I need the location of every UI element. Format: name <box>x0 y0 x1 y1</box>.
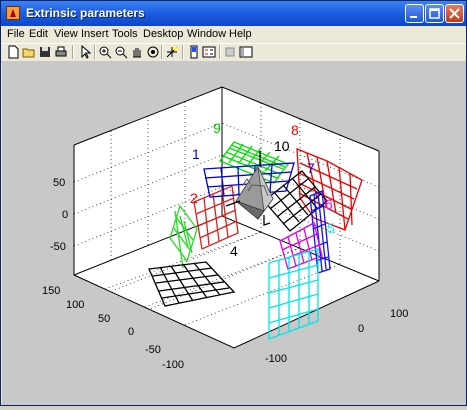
toolbar-separator <box>219 45 221 59</box>
figure-canvas[interactable]: 1 2 4 5 6 7 8 9 10 50 0 -50 150 100 50 0… <box>2 61 466 405</box>
matlab-icon[interactable] <box>6 6 20 20</box>
toolbar-separator <box>94 45 96 59</box>
frame-label-8: 8 <box>291 122 299 138</box>
figure-window: Extrinsic parameters File Edit View Inse… <box>0 0 467 406</box>
window-title: Extrinsic parameters <box>26 6 145 20</box>
data-cursor-icon[interactable] <box>165 45 179 59</box>
legend-icon[interactable] <box>202 45 216 59</box>
left-axis-tick-label: 100 <box>66 299 84 311</box>
minimize-icon[interactable] <box>405 4 424 23</box>
left-axis-tick-label: -50 <box>145 344 161 356</box>
toolbar-separator <box>182 45 184 59</box>
frame-label-4: 4 <box>230 243 238 259</box>
menu-window[interactable]: Window <box>187 28 226 40</box>
close-icon[interactable] <box>445 4 464 23</box>
left-axis-tick-label: -100 <box>162 359 184 371</box>
right-axis-tick-label: 100 <box>390 308 408 320</box>
menu-insert[interactable]: Insert <box>81 28 109 40</box>
menu-view[interactable]: View <box>54 28 78 40</box>
toolbar-separator <box>161 45 163 59</box>
left-axis-tick-label: 50 <box>98 313 110 325</box>
frame-label-9: 9 <box>213 120 221 136</box>
new-figure-icon[interactable] <box>6 45 20 59</box>
rotate-3d-icon[interactable] <box>146 45 160 59</box>
menu-help[interactable]: Help <box>229 28 252 40</box>
left-axis-tick-label: 150 <box>42 285 60 297</box>
menu-file[interactable]: File <box>7 28 25 40</box>
frame-label-1: 1 <box>192 146 200 162</box>
zoom-out-icon[interactable] <box>114 45 128 59</box>
frame-label-6: 6 <box>325 196 333 212</box>
menu-bar: File Edit View Insert Tools Desktop Wind… <box>1 26 466 43</box>
toolbar-separator <box>72 45 74 59</box>
print-icon[interactable] <box>54 45 68 59</box>
frame-label-2: 2 <box>190 190 198 206</box>
open-file-icon[interactable] <box>22 45 36 59</box>
frame-label-10: 10 <box>274 138 290 154</box>
colorbar-icon[interactable] <box>187 45 201 59</box>
toolbar <box>1 43 466 62</box>
save-icon[interactable] <box>38 45 52 59</box>
right-axis-tick-label: 0 <box>358 323 364 335</box>
maximize-icon[interactable] <box>425 4 444 23</box>
right-axis-tick-label: -100 <box>265 353 287 365</box>
pan-hand-icon[interactable] <box>130 45 144 59</box>
z-tick-label: -50 <box>50 241 66 253</box>
zoom-in-icon[interactable] <box>98 45 112 59</box>
menu-desktop[interactable]: Desktop <box>143 28 183 40</box>
menu-tools[interactable]: Tools <box>112 28 138 40</box>
show-plot-tools-icon[interactable] <box>239 45 253 59</box>
select-arrow-icon[interactable] <box>78 44 92 59</box>
z-tick-label: 0 <box>62 209 68 221</box>
menu-edit[interactable]: Edit <box>29 28 48 40</box>
frame-label-7: 7 <box>307 160 315 176</box>
hide-plot-tools-icon[interactable] <box>223 45 237 59</box>
extrinsic-3d-plot[interactable]: 1 2 4 5 6 7 8 9 10 50 0 -50 150 100 50 0… <box>2 61 466 405</box>
left-axis-tick-label: 0 <box>128 326 134 338</box>
frame-label-5: 5 <box>327 220 335 236</box>
title-bar[interactable]: Extrinsic parameters <box>1 1 466 26</box>
z-tick-label: 50 <box>53 177 65 189</box>
